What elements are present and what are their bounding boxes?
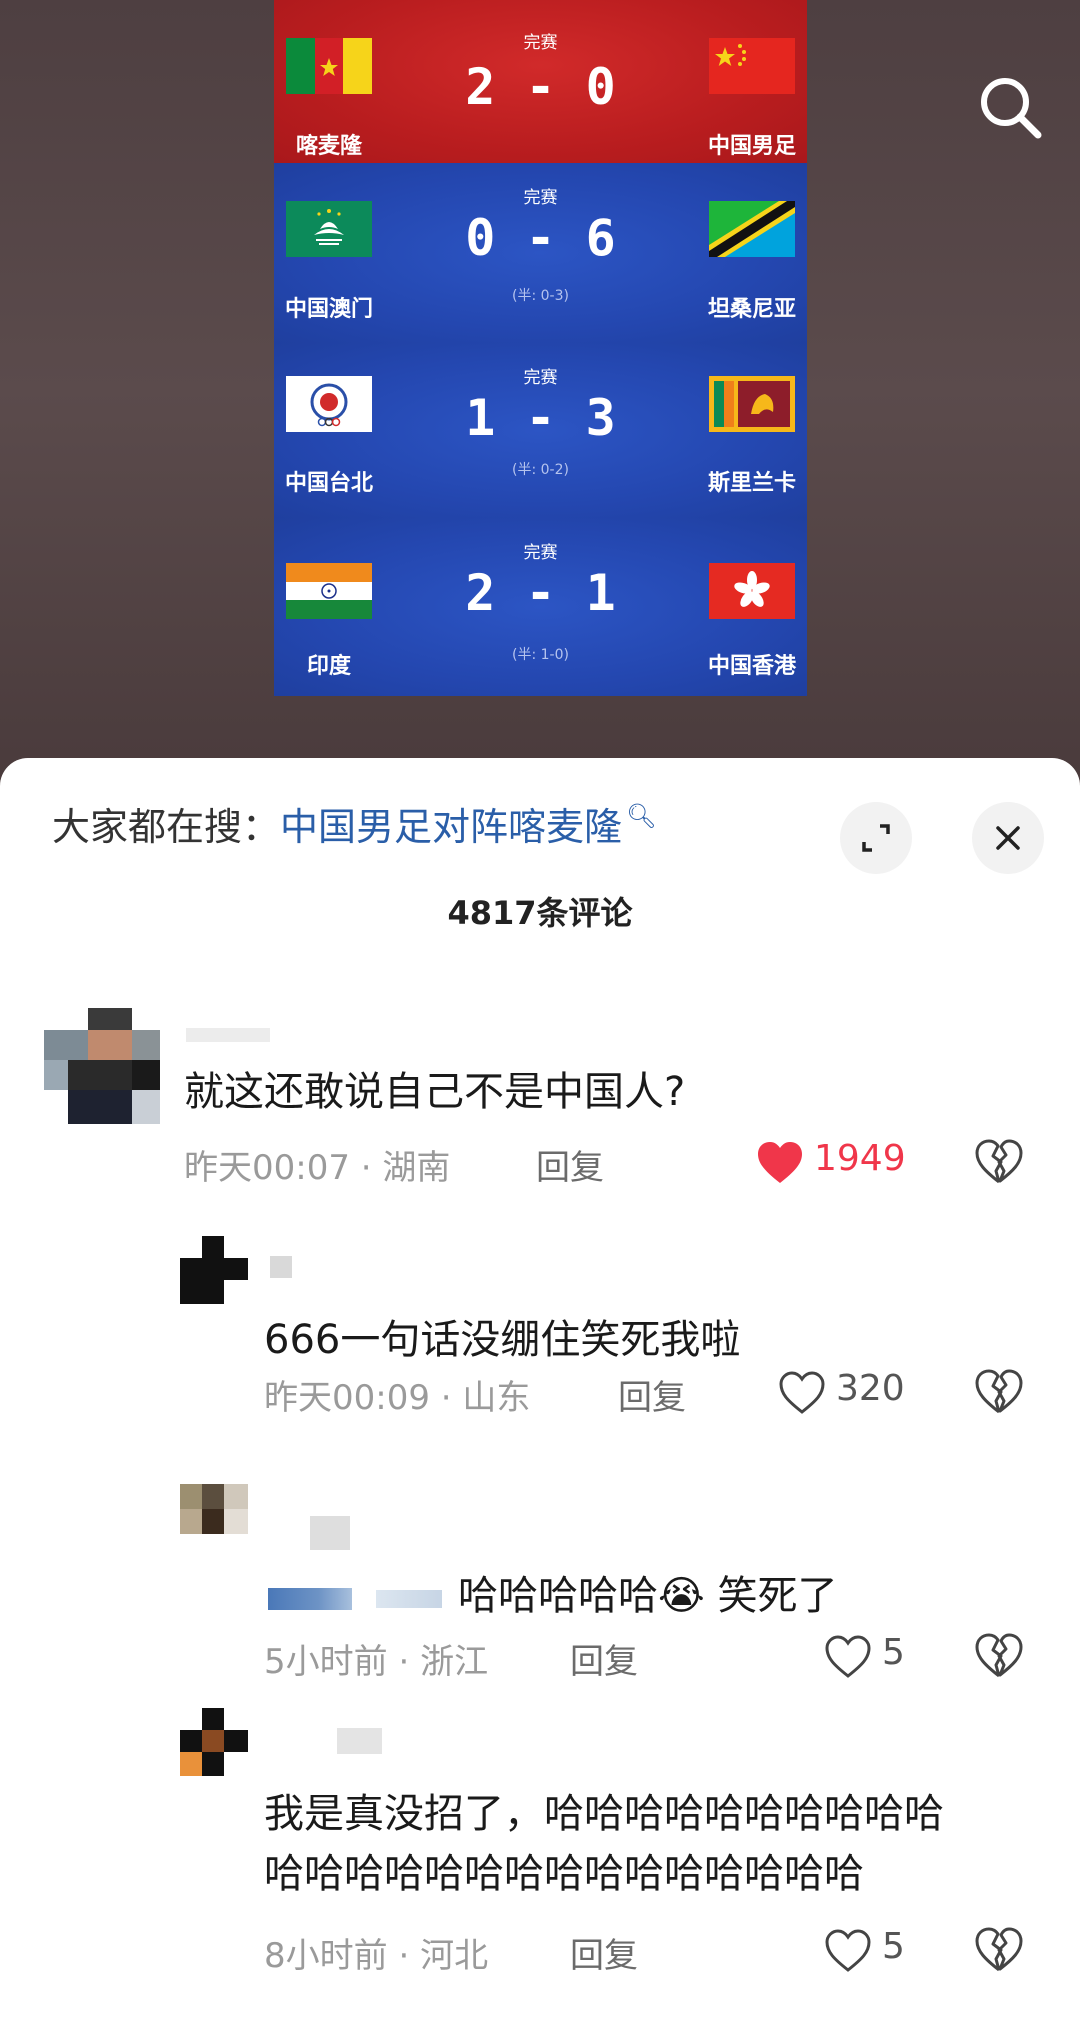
broken-heart-icon [975, 1369, 1023, 1414]
comment-meta: 5小时前 · 浙江 [264, 1642, 489, 1682]
status-bar-icons [790, 0, 1010, 4]
dislike-button[interactable] [974, 1138, 1024, 1188]
like-button[interactable]: 1949 [756, 1138, 916, 1188]
match-row: 完赛 1 - 3 (半: 0-2) 中国台北 斯里兰卡 [274, 343, 807, 518]
close-button[interactable] [972, 802, 1044, 874]
comment-location: 湖南 [382, 1148, 451, 1188]
heart-icon [758, 1142, 802, 1183]
comment-text: 666一句话没绷住笑死我啦 [264, 1317, 741, 1363]
comment-location: 浙江 [420, 1642, 489, 1682]
dislike-button[interactable] [974, 1926, 1024, 1976]
match-score: 0 - 6 [465, 209, 616, 267]
mention-blurred[interactable] [268, 1588, 352, 1610]
match-score: 1 - 3 [465, 389, 616, 447]
match-row: 完赛 2 - 0 喀麦隆 中国男足 [274, 0, 807, 163]
avatar[interactable] [180, 1484, 248, 1534]
match-status: 完赛 [523, 543, 558, 563]
username[interactable] [270, 1516, 350, 1550]
comment-location: 山东 [462, 1378, 531, 1418]
avatar[interactable] [44, 1008, 160, 1124]
comment-time: 昨天00:07 [184, 1148, 350, 1188]
like-count: 320 [836, 1368, 905, 1409]
dislike-button[interactable] [974, 1632, 1024, 1682]
comment-text: 哈哈哈哈哈😭 笑死了 [458, 1573, 838, 1619]
comment-text-line-2: 哈哈哈哈哈哈哈哈哈哈哈哈哈哈哈 [264, 1851, 864, 1897]
comment-meta: 昨天00:07 · 湖南 [184, 1148, 451, 1188]
trending-search-prefix: 大家都在搜： [52, 805, 281, 849]
expand-button[interactable] [840, 802, 912, 874]
comment-location: 河北 [420, 1936, 489, 1976]
home-team: 中国台北 [284, 471, 373, 496]
heart-icon [825, 1635, 871, 1678]
match-score: 2 - 1 [465, 564, 616, 622]
comment-sheet: 大家都在搜：中国男足对阵喀麦隆🔍︎ 4817条评论 就这还敢说自己不是中国人? [0, 758, 1080, 2020]
broken-heart-icon [975, 1139, 1023, 1184]
like-count: 5 [882, 1926, 905, 1967]
broken-heart-icon [975, 1927, 1023, 1972]
comment-count: 4817条评论 [447, 894, 633, 932]
home-team: 印度 [306, 654, 351, 679]
reply-button[interactable]: 回复 [570, 1928, 638, 1977]
heart-icon [779, 1371, 825, 1414]
match-status: 完赛 [523, 188, 558, 208]
comment-time: 5小时前 [264, 1642, 388, 1682]
crying-emoji: 😭 [658, 1573, 705, 1619]
like-button[interactable]: 5 [824, 1926, 934, 1976]
trending-search-link[interactable]: 中国男足对阵喀麦隆 [280, 805, 622, 849]
match-row: 完赛 2 - 1 (半: 1-0) 印度 中国香港 [274, 518, 807, 696]
reply-button[interactable]: 回复 [536, 1140, 604, 1189]
reply-button[interactable]: 回复 [570, 1634, 638, 1683]
comment-time: 8小时前 [264, 1936, 388, 1976]
broken-heart-icon [975, 1633, 1023, 1678]
comment-meta: 昨天00:09 · 山东 [264, 1378, 531, 1418]
avatar[interactable] [180, 1708, 248, 1776]
like-button[interactable]: 5 [824, 1632, 934, 1682]
trending-search-bar[interactable]: 大家都在搜：中国男足对阵喀麦隆 🔍︎ [52, 796, 657, 851]
comment-time: 昨天00:09 [264, 1378, 430, 1418]
match-status: 完赛 [523, 33, 558, 53]
username[interactable] [270, 1728, 382, 1754]
like-count: 1949 [814, 1138, 906, 1179]
like-button[interactable]: 320 [778, 1368, 928, 1418]
reply-button[interactable]: 回复 [618, 1370, 686, 1419]
expand-icon [862, 824, 890, 852]
small-search-icon: 🔍︎ [626, 802, 657, 830]
mention-blurred[interactable] [376, 1590, 442, 1608]
scoreboard-image: 完赛 2 - 0 喀麦隆 中国男足 完赛 0 - 6 (半: 0-3) 中国澳门… [274, 0, 807, 696]
home-team: 中国澳门 [284, 297, 373, 322]
username[interactable] [186, 1028, 270, 1042]
avatar[interactable] [180, 1236, 248, 1304]
away-team: 坦桑尼亚 [707, 297, 796, 322]
comment-meta: 8小时前 · 河北 [264, 1936, 489, 1976]
away-team: 中国男足 [707, 134, 796, 159]
search-icon [981, 78, 1042, 139]
away-team: 斯里兰卡 [707, 471, 796, 496]
search-button[interactable] [975, 72, 1045, 142]
dislike-button[interactable] [974, 1368, 1024, 1418]
home-team: 喀麦隆 [295, 134, 362, 159]
username[interactable] [270, 1256, 292, 1278]
away-team: 中国香港 [707, 654, 796, 679]
match-score: 2 - 0 [465, 58, 616, 116]
match-row: 完赛 0 - 6 (半: 0-3) 中国澳门 坦桑尼亚 [274, 163, 807, 343]
like-count: 5 [882, 1632, 905, 1673]
comment-text-line-1: 我是真没招了，哈哈哈哈哈哈哈哈哈哈 [264, 1791, 944, 1837]
close-icon [996, 826, 1020, 850]
match-status: 完赛 [523, 368, 558, 388]
heart-icon [825, 1929, 871, 1972]
comment-text: 就这还敢说自己不是中国人? [184, 1069, 686, 1115]
